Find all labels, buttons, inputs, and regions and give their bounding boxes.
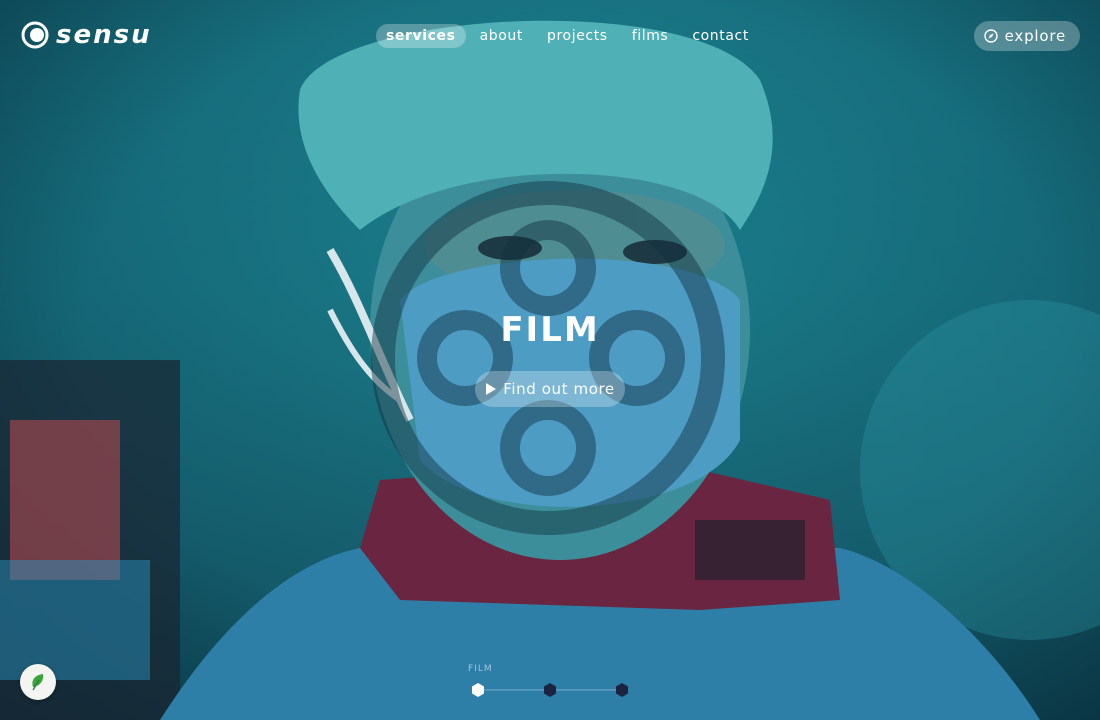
top-navigation: sensu services about projects films cont… <box>0 0 1100 72</box>
hero-image <box>0 20 1100 720</box>
nav-item-films[interactable]: films <box>622 24 679 48</box>
brand-name: sensu <box>56 20 152 50</box>
leaf-icon <box>32 674 44 691</box>
hero-background <box>0 0 1100 720</box>
hero-title: FILM <box>500 310 600 350</box>
nav-item-contact[interactable]: contact <box>682 24 759 48</box>
nav-item-services[interactable]: services <box>376 24 466 48</box>
slide-pagination <box>472 683 628 697</box>
nav-item-about[interactable]: about <box>470 24 533 48</box>
pagination-dot-1[interactable] <box>472 683 484 697</box>
explore-button[interactable]: explore <box>973 21 1080 51</box>
find-out-more-button[interactable]: Find out more <box>475 371 625 407</box>
eco-widget-button[interactable] <box>20 664 56 700</box>
slider-caption: FILM <box>468 664 493 674</box>
compass-icon <box>983 29 998 43</box>
explore-label: explore <box>1004 27 1066 45</box>
brand-logo[interactable]: sensu <box>20 20 152 50</box>
main-nav: services about projects films contact <box>376 24 759 48</box>
pagination-dot-2[interactable] <box>544 683 556 697</box>
play-icon <box>486 383 497 395</box>
find-out-more-label: Find out more <box>503 380 615 398</box>
logo-mark-icon <box>21 21 49 49</box>
pagination-dot-3[interactable] <box>616 683 628 697</box>
nav-item-projects[interactable]: projects <box>537 24 618 48</box>
